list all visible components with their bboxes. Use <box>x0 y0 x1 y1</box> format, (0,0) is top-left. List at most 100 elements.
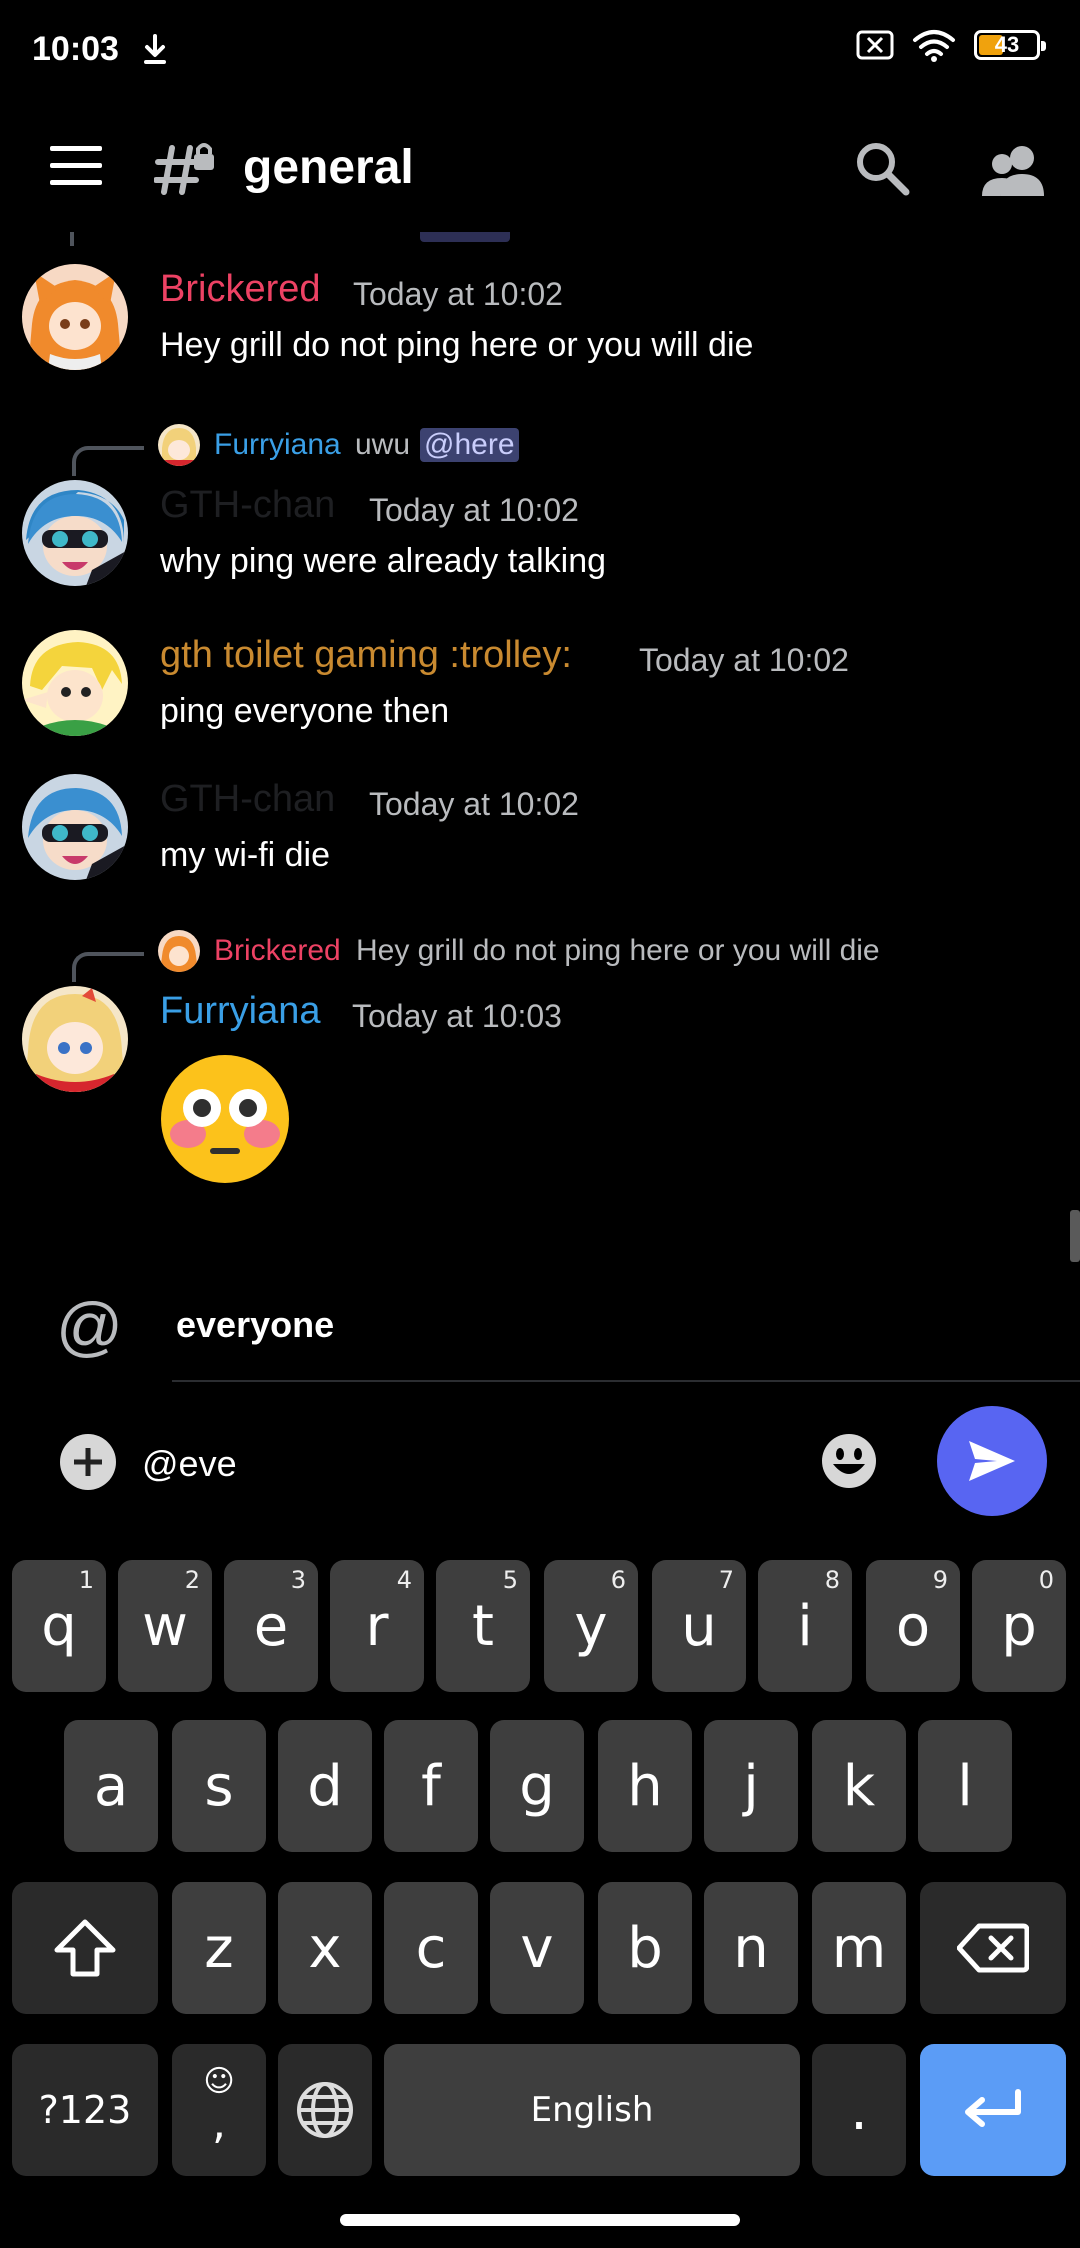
message-timestamp: Today at 10:02 <box>369 492 579 528</box>
avatar[interactable] <box>22 264 128 370</box>
message-item[interactable]: GTH-chan Today at 10:02 why ping were al… <box>0 480 1080 600</box>
key-c[interactable]: c <box>384 1882 478 2014</box>
backspace-icon <box>957 1923 1029 1973</box>
emoji-comma-key[interactable]: ☺ , <box>172 2044 266 2176</box>
key-q[interactable]: q1 <box>12 1560 106 1692</box>
key-t[interactable]: t5 <box>436 1560 530 1692</box>
keyboard: q1 w2 e3 r4 t5 y6 u7 i8 o9 p0 a s d f g … <box>0 1542 1080 2248</box>
shift-icon <box>54 1919 116 1977</box>
key-i[interactable]: i8 <box>758 1560 852 1692</box>
reply-text: Hey grill do not ping here or you will d… <box>356 934 880 967</box>
message-timestamp: Today at 10:02 <box>369 786 579 822</box>
message-author[interactable]: GTH-chan <box>160 484 335 527</box>
key-w[interactable]: w2 <box>118 1560 212 1692</box>
avatar[interactable] <box>22 774 128 880</box>
channel-header: general <box>0 110 1080 230</box>
message-text: ping everyone then <box>160 692 450 730</box>
backspace-key[interactable] <box>920 1882 1066 2014</box>
message-author[interactable]: Brickered <box>160 268 321 311</box>
message-list[interactable]: Brickered Today at 10:02 Hey grill do no… <box>0 232 1080 1232</box>
message-author[interactable]: Furryiana <box>160 990 321 1033</box>
locked-channel-icon <box>154 143 214 195</box>
channel-name: general <box>243 141 414 194</box>
no-sim-icon <box>856 30 894 60</box>
key-l[interactable]: l <box>918 1720 1012 1852</box>
add-attachment-button[interactable] <box>60 1434 116 1490</box>
key-e[interactable]: e3 <box>224 1560 318 1692</box>
key-b[interactable]: b <box>598 1882 692 2014</box>
download-icon <box>144 34 166 64</box>
message-item[interactable]: Brickered Today at 10:02 Hey grill do no… <box>0 264 1080 404</box>
key-p[interactable]: p0 <box>972 1560 1066 1692</box>
key-a[interactable]: a <box>64 1720 158 1852</box>
message-text: why ping were already talking <box>160 542 607 580</box>
key-y[interactable]: y6 <box>544 1560 638 1692</box>
message-timestamp: Today at 10:02 <box>639 642 849 678</box>
message-timestamp: Today at 10:03 <box>352 998 562 1034</box>
enter-key[interactable] <box>920 2044 1066 2176</box>
key-h[interactable]: h <box>598 1720 692 1852</box>
key-m[interactable]: m <box>812 1882 906 2014</box>
battery-icon: 43 <box>974 30 1046 60</box>
key-z[interactable]: z <box>172 1882 266 2014</box>
key-j[interactable]: j <box>704 1720 798 1852</box>
at-sign-icon: @ <box>56 1289 123 1363</box>
send-icon <box>969 1441 1015 1481</box>
key-s[interactable]: s <box>172 1720 266 1852</box>
menu-icon[interactable] <box>50 146 102 186</box>
space-bar[interactable]: English <box>384 2044 800 2176</box>
composer <box>0 1400 1080 1520</box>
avatar[interactable] <box>22 480 128 586</box>
reply-author[interactable]: Furryiana <box>214 428 341 462</box>
reply-mention: @here <box>420 428 519 462</box>
key-k[interactable]: k <box>812 1720 906 1852</box>
divider <box>172 1380 1080 1382</box>
message-author[interactable]: gth toilet gaming :trolley: <box>160 634 572 677</box>
message-text: my wi-fi die <box>160 836 331 874</box>
key-x[interactable]: x <box>278 1882 372 2014</box>
enter-icon <box>965 2089 1021 2127</box>
battery-percent: 43 <box>994 32 1020 57</box>
message-item[interactable]: GTH-chan Today at 10:02 my wi-fi die <box>0 774 1080 894</box>
symbols-key[interactable]: ?123 <box>12 2044 158 2176</box>
key-v[interactable]: v <box>490 1882 584 2014</box>
avatar[interactable] <box>22 630 128 736</box>
reply-avatar <box>158 424 200 466</box>
period-key[interactable]: . <box>812 2044 906 2176</box>
message-timestamp: Today at 10:02 <box>353 276 563 312</box>
mention-autocomplete[interactable]: @ everyone <box>0 1268 1080 1382</box>
key-n[interactable]: n <box>704 1882 798 2014</box>
key-d[interactable]: d <box>278 1720 372 1852</box>
message-text: Hey grill do not ping here or you will d… <box>160 326 754 364</box>
status-time: 10:03 <box>32 30 119 68</box>
reply-preview[interactable]: Furryiana uwu @here <box>0 420 1080 476</box>
reply-author[interactable]: Brickered <box>214 934 341 968</box>
send-button[interactable] <box>937 1406 1047 1516</box>
key-r[interactable]: r4 <box>330 1560 424 1692</box>
members-icon[interactable] <box>980 140 1046 200</box>
reply-text: uwu <box>355 428 411 461</box>
wifi-icon <box>913 30 955 62</box>
message-input[interactable] <box>142 1436 782 1492</box>
scroll-indicator[interactable] <box>1070 1210 1080 1262</box>
autocomplete-everyone[interactable]: everyone <box>176 1304 334 1346</box>
avatar[interactable] <box>22 986 128 1092</box>
key-g[interactable]: g <box>490 1720 584 1852</box>
message-item[interactable]: Furryiana Today at 10:03 <box>0 986 1080 1186</box>
key-o[interactable]: o9 <box>866 1560 960 1692</box>
flushed-face-emoji <box>161 1055 289 1183</box>
key-u[interactable]: u7 <box>652 1560 746 1692</box>
emoji-icon[interactable] <box>820 1432 878 1490</box>
reply-avatar <box>158 930 200 972</box>
message-item[interactable]: gth toilet gaming :trolley: Today at 10:… <box>0 630 1080 750</box>
search-icon[interactable] <box>852 138 912 198</box>
message-author[interactable]: GTH-chan <box>160 778 335 821</box>
shift-key[interactable] <box>12 1882 158 2014</box>
smiley-icon: ☺ <box>203 2064 235 2099</box>
language-key[interactable] <box>278 2044 372 2176</box>
key-f[interactable]: f <box>384 1720 478 1852</box>
status-bar: 10:03 43 <box>0 0 1080 100</box>
reply-preview[interactable]: Brickered Hey grill do not ping here or … <box>0 926 1080 982</box>
home-indicator[interactable] <box>340 2214 740 2226</box>
globe-icon <box>297 2082 353 2138</box>
